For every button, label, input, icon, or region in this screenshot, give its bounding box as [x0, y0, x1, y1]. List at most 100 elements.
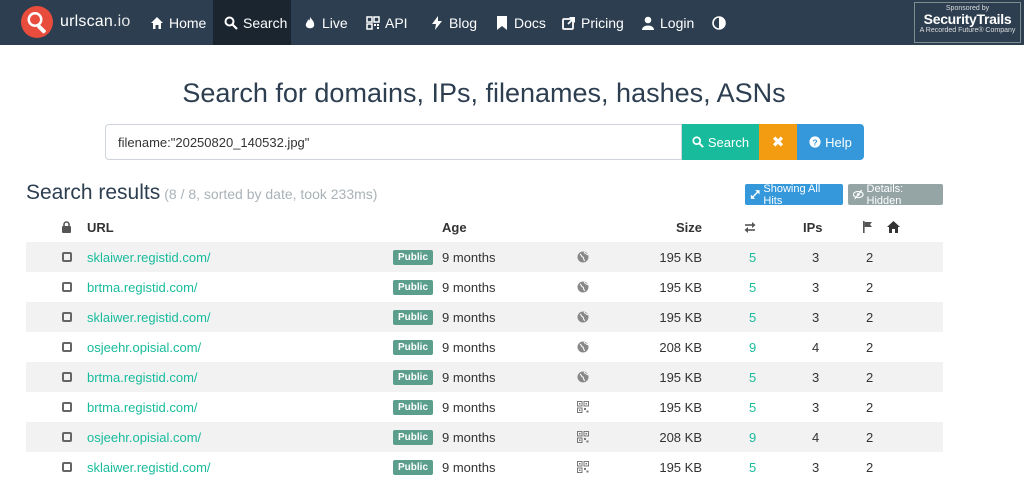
qrcode-icon	[577, 392, 589, 422]
exchange-icon	[744, 221, 756, 233]
nav-pricing[interactable]: Pricing	[562, 0, 624, 45]
row-checkbox[interactable]	[62, 452, 72, 482]
user-icon	[642, 16, 654, 30]
sponsor-name: SecurityTrails	[923, 11, 1012, 27]
nav-search-label: Search	[243, 14, 288, 31]
search-icon	[692, 136, 704, 148]
result-url-link[interactable]: brtma.registid.com/	[87, 272, 198, 302]
search-input[interactable]	[105, 124, 682, 160]
bookmark-icon	[497, 15, 507, 30]
ips-cell: 4	[812, 429, 820, 445]
globe-icon	[577, 302, 589, 332]
ips-cell: 3	[812, 309, 820, 325]
age-column-header[interactable]: Age	[442, 212, 467, 242]
ips-cell: 3	[812, 249, 820, 265]
ips-cell: 3	[812, 369, 820, 385]
results-title: Search results (8 / 8, sorted by date, to…	[26, 181, 377, 205]
qrcode-icon	[366, 15, 380, 30]
public-badge-label: Public	[393, 369, 434, 385]
details-toggle-label: Details: Hidden	[866, 182, 904, 207]
size-column-header[interactable]: Size	[646, 212, 702, 242]
question-circle-icon: ?	[809, 136, 821, 148]
row-checkbox[interactable]	[62, 392, 72, 422]
domains-column-header[interactable]	[887, 212, 900, 242]
requests-link[interactable]: 9	[749, 422, 756, 452]
requests-link[interactable]: 5	[749, 302, 756, 332]
svg-text:?: ?	[813, 137, 818, 147]
row-checkbox[interactable]	[62, 242, 72, 272]
nav-live[interactable]: Live	[303, 0, 348, 45]
nav-search[interactable]: Search	[213, 0, 291, 45]
requests-link[interactable]: 5	[749, 452, 756, 482]
public-badge-label: Public	[393, 249, 434, 265]
table-row: osjeehr.opisial.com/Public 9 months 208 KB…	[26, 422, 943, 452]
countries-column-header[interactable]	[862, 212, 873, 242]
result-url-link[interactable]: sklaiwer.registid.com/	[87, 242, 211, 272]
requests-link[interactable]: 5	[749, 392, 756, 422]
size-cell: 195 KB	[659, 309, 702, 325]
ips-cell: 3	[812, 279, 820, 295]
row-checkbox[interactable]	[62, 362, 72, 392]
requests-link[interactable]: 5	[749, 272, 756, 302]
requests-link[interactable]: 9	[749, 332, 756, 362]
visibility-badge: Public	[393, 242, 434, 272]
url-column-header[interactable]: URL	[87, 212, 114, 242]
showing-all-hits-button[interactable]: Showing All Hits	[745, 183, 843, 207]
result-url-link[interactable]: osjeehr.opisial.com/	[87, 332, 201, 362]
age-cell: 9 months	[442, 459, 496, 475]
requests-column-header[interactable]	[744, 212, 756, 242]
age-cell: 9 months	[442, 279, 496, 295]
requests-link[interactable]: 5	[749, 362, 756, 392]
age-cell: 9 months	[442, 369, 496, 385]
nav-blog[interactable]: Blog	[430, 0, 477, 45]
countries-cell: 2	[866, 429, 874, 445]
result-url-link[interactable]: sklaiwer.registid.com/	[87, 302, 211, 332]
nav-docs[interactable]: Docs	[495, 0, 546, 45]
fire-icon	[305, 16, 315, 28]
help-button[interactable]: ? Help	[797, 124, 864, 160]
brand-link[interactable]: urlscan.io	[20, 4, 130, 40]
sponsor-banner[interactable]: Sponsored by SecurityTrails A Recorded F…	[914, 2, 1021, 43]
globe-icon	[577, 272, 589, 302]
globe-icon	[577, 362, 589, 392]
clear-button[interactable]: ✖	[759, 124, 797, 160]
age-cell: 9 months	[442, 339, 496, 355]
eye-slash-icon	[853, 189, 864, 200]
brand-name: urlscan.io	[60, 13, 131, 30]
size-cell: 195 KB	[659, 369, 702, 385]
visibility-badge: Public	[393, 362, 434, 392]
search-button[interactable]: Search	[682, 124, 759, 160]
public-badge-label: Public	[393, 399, 434, 415]
age-cell: 9 months	[442, 429, 496, 445]
theme-toggle[interactable]	[712, 0, 731, 45]
row-checkbox[interactable]	[62, 302, 72, 332]
result-url-link[interactable]: sklaiwer.registid.com/	[87, 452, 211, 482]
nav-login[interactable]: Login	[641, 0, 694, 45]
nav-home[interactable]: Home	[150, 0, 206, 45]
ips-cell: 3	[812, 399, 820, 415]
visibility-badge: Public	[393, 302, 434, 332]
results-title-text: Search results	[26, 181, 161, 204]
visibility-badge: Public	[393, 392, 434, 422]
visibility-badge: Public	[393, 452, 434, 482]
bolt-icon	[432, 15, 442, 30]
requests-link[interactable]: 5	[749, 242, 756, 272]
row-checkbox[interactable]	[62, 332, 72, 362]
row-checkbox[interactable]	[62, 272, 72, 302]
size-cell: 208 KB	[659, 429, 702, 445]
result-url-link[interactable]: brtma.registid.com/	[87, 362, 198, 392]
result-url-link[interactable]: osjeehr.opisial.com/	[87, 422, 201, 452]
nav-api[interactable]: API	[366, 0, 408, 45]
result-url-link[interactable]: brtma.registid.com/	[87, 392, 198, 422]
table-row: osjeehr.opisial.com/Public 9 months 208 KB…	[26, 332, 943, 362]
public-badge-label: Public	[393, 459, 434, 475]
table-row: brtma.registid.com/Public 9 months 195 KB 5…	[26, 272, 943, 302]
row-checkbox[interactable]	[62, 422, 72, 452]
nav-login-label: Login	[660, 14, 695, 31]
details-toggle-button[interactable]: Details: Hidden	[848, 182, 943, 207]
countries-cell: 2	[866, 459, 874, 475]
qrcode-icon	[577, 422, 589, 452]
nav-blog-label: Blog	[449, 14, 478, 31]
ips-column-header[interactable]: IPs	[803, 212, 823, 242]
countries-cell: 2	[866, 249, 874, 265]
